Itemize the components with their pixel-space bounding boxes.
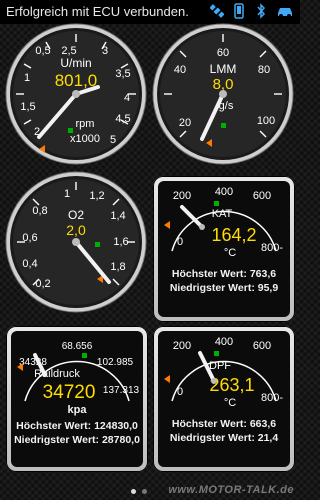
kat-tick-label: 0 xyxy=(177,236,183,248)
lmm-gauge: 20 40 60 80 100 LMM 8,0 g/s xyxy=(150,21,296,167)
needle-hub xyxy=(199,224,205,230)
dpf-min-value: Niedrigster Wert: 21,4 xyxy=(169,432,279,444)
kat-min-value: Niedrigster Wert: 95,9 xyxy=(169,282,279,294)
kat-max-value: Höchster Wert: 763,6 xyxy=(171,268,277,280)
kat-panel: 200 400 600 0 800- KAT 164,2 °C Höchster… xyxy=(153,176,295,322)
dpf-dial: 200 400 600 0 800- DPF 263,1 °C xyxy=(164,336,283,409)
lmm-tick-label: 40 xyxy=(174,64,186,76)
ok-indicator xyxy=(214,201,219,206)
watermark: www.MOTOR-TALK.de xyxy=(168,484,294,496)
kat-tick-label: 800- xyxy=(261,242,283,254)
kat-label: KAT xyxy=(212,208,233,220)
rpm-dial: 0,5 1 1,5 2 2,5 3 3,5 4 4,5 5 U/min 801,… xyxy=(5,23,147,165)
needle-hub xyxy=(211,378,217,384)
raildruck-max-value: Höchster Wert: 124830,0 xyxy=(16,420,138,432)
rpm-multiplier: x1000 xyxy=(70,133,100,145)
raildruck-tick-label: 137.313 xyxy=(103,385,140,396)
rpm-tick-label: 1 xyxy=(24,72,30,84)
rpm-tick-label: 3 xyxy=(102,45,108,57)
raildruck-unit: kpa xyxy=(67,404,87,416)
lmm-tick-label: 60 xyxy=(217,47,229,59)
o2-tick-label: 0,4 xyxy=(22,258,37,270)
o2-tick-label: 1,8 xyxy=(110,261,125,273)
raildruck-tick-label: 34328 xyxy=(19,357,47,368)
needle-hub xyxy=(219,90,227,98)
raildruck-tick-label: 68.656 xyxy=(62,341,93,352)
raildruck-value: 34720 xyxy=(43,382,96,403)
lmm-tick-label: 100 xyxy=(257,115,275,127)
kat-tick-label: 600 xyxy=(253,190,271,202)
kat-value: 164,2 xyxy=(211,225,256,245)
page-dot[interactable] xyxy=(142,489,147,494)
dpf-tick-label: 800- xyxy=(261,392,283,404)
lmm-dial: 20 40 60 80 100 LMM 8,0 g/s xyxy=(152,23,294,165)
o2-tick-label: 1,4 xyxy=(110,210,125,222)
page-indicator[interactable] xyxy=(131,489,147,494)
ok-indicator xyxy=(82,353,87,358)
o2-value: 2,0 xyxy=(66,222,86,238)
lmm-tick-label: 80 xyxy=(258,64,270,76)
ok-indicator xyxy=(221,123,226,128)
ok-indicator xyxy=(68,128,73,133)
rpm-gauge: 0,5 1 1,5 2 2,5 3 3,5 4 4,5 5 U/min 801,… xyxy=(3,21,149,167)
rpm-tick-label: 4,5 xyxy=(115,113,130,125)
kat-tick-label: 200 xyxy=(173,190,191,202)
o2-tick-label: 1 xyxy=(64,188,70,200)
o2-tick-label: 0,8 xyxy=(32,205,47,217)
rpm-tick-label: 0,5 xyxy=(35,45,50,57)
rpm-unit-top: U/min xyxy=(60,56,91,70)
dpf-tick-label: 200 xyxy=(173,340,191,352)
kat-unit: °C xyxy=(224,247,236,259)
ok-indicator xyxy=(214,351,219,356)
dpf-tick-label: 600 xyxy=(253,340,271,352)
dpf-value: 263,1 xyxy=(209,375,254,395)
warning-marker xyxy=(164,375,170,383)
o2-tick-label: 1,2 xyxy=(89,190,104,202)
phone-icon xyxy=(234,3,244,19)
connection-status-text: Erfolgreich mit ECU verbunden. xyxy=(6,4,189,19)
o2-gauge: 0,2 0,4 0,6 0,8 1 1,2 1,4 1,6 1,8 O2 2,0 xyxy=(3,169,149,315)
raildruck-panel: 68.656 34328 102.985 137.313 Raildruck 3… xyxy=(6,326,148,472)
rpm-tick-label: 1,5 xyxy=(20,101,35,113)
raildruck-min-value: Niedrigster Wert: 28780,0 xyxy=(14,434,140,446)
raildruck-dial: 68.656 34328 102.985 137.313 Raildruck 3… xyxy=(17,341,140,403)
dpf-tick-label: 0 xyxy=(177,386,183,398)
car-icon xyxy=(278,8,292,18)
kat-dial: 200 400 600 0 800- KAT 164,2 °C xyxy=(164,186,283,259)
dpf-max-value: Höchster Wert: 663,6 xyxy=(171,418,277,430)
dpf-unit: °C xyxy=(224,397,236,409)
rpm-tick-label: 4 xyxy=(124,92,130,104)
satellite-icon xyxy=(210,4,224,18)
rpm-tick-label: 5 xyxy=(110,134,116,146)
needle-hub xyxy=(72,238,80,246)
lmm-label: LMM xyxy=(210,62,237,76)
o2-tick-label: 1,6 xyxy=(113,236,128,248)
o2-label: O2 xyxy=(68,208,84,222)
warning-marker xyxy=(164,221,170,229)
lmm-tick-label: 20 xyxy=(179,117,191,129)
bluetooth-icon xyxy=(257,3,266,19)
page-dot[interactable] xyxy=(131,489,136,494)
kat-tick-label: 400 xyxy=(215,186,233,198)
dpf-panel: 200 400 600 0 800- DPF 263,1 °C Höchster… xyxy=(153,326,295,472)
needle-hub xyxy=(72,90,80,98)
ok-indicator xyxy=(95,242,100,247)
dpf-tick-label: 400 xyxy=(215,336,233,348)
rpm-tick-label: 3,5 xyxy=(115,68,130,80)
dpf-label: DPF xyxy=(209,360,231,372)
rpm-value: 801,0 xyxy=(55,71,98,90)
o2-tick-label: 0,6 xyxy=(22,232,37,244)
o2-dial: 0,2 0,4 0,6 0,8 1 1,2 1,4 1,6 1,8 O2 2,0 xyxy=(5,171,147,313)
o2-tick-label: 0,2 xyxy=(35,278,50,290)
raildruck-tick-label: 102.985 xyxy=(97,357,134,368)
rpm-unit-bottom: rpm xyxy=(76,118,95,130)
